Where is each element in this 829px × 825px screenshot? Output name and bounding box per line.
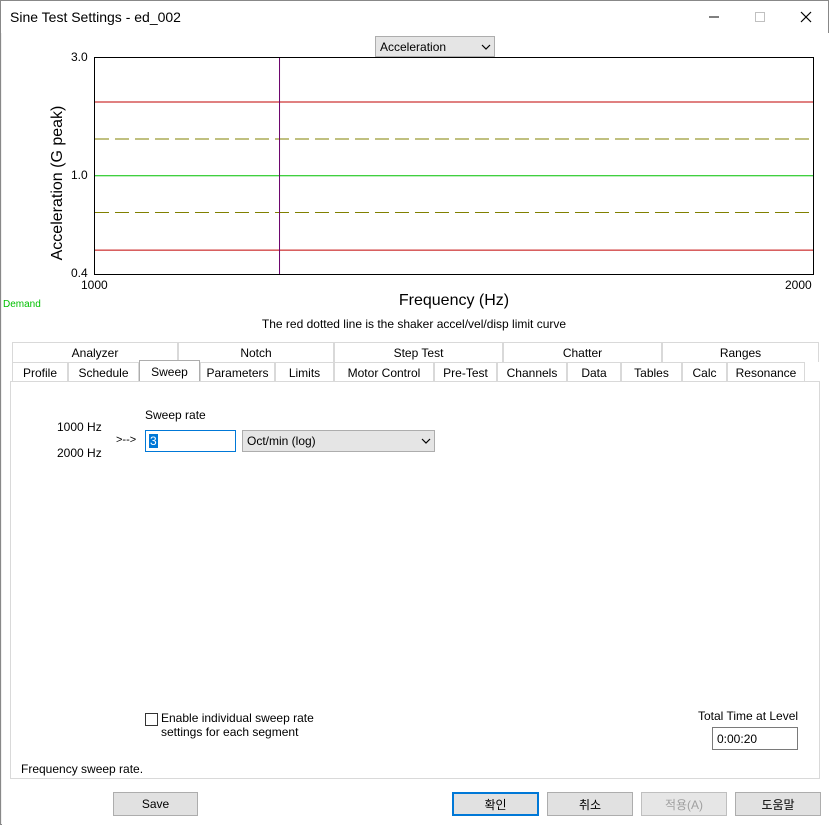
enable-individual-label: Enable individual sweep rate settings fo…	[161, 711, 314, 739]
start-frequency: 1000 Hz	[57, 420, 102, 434]
total-time-label: Total Time at Level	[698, 709, 799, 723]
minimize-button[interactable]	[691, 1, 737, 33]
save-button[interactable]: Save	[113, 792, 198, 816]
y-tick-label: 3.0	[71, 50, 88, 64]
total-time-field[interactable]: 0:00:20	[712, 727, 798, 750]
sweep-rate-unit-value: Oct/min (log)	[247, 434, 316, 448]
tab-channels[interactable]: Channels	[497, 362, 567, 382]
minimize-icon	[709, 16, 719, 18]
x-axis-label: Frequency (Hz)	[398, 292, 510, 309]
sweep-rate-unit-select[interactable]: Oct/min (log)	[242, 430, 435, 452]
tab-sweep[interactable]: Sweep	[139, 360, 200, 383]
tab-row-lower: Profile Schedule Sweep Parameters Limits…	[12, 360, 805, 383]
apply-button[interactable]: 적용(A)	[641, 792, 727, 816]
enable-individual-checkbox[interactable]	[145, 713, 158, 726]
ok-button[interactable]: 확인	[452, 792, 539, 816]
x-tick-label: 1000	[81, 278, 108, 292]
segment-arrow: >-->	[116, 434, 137, 446]
tab-calc[interactable]: Calc	[682, 362, 727, 382]
y-axis-label: Acceleration (G peak)	[49, 105, 66, 261]
dialog-window: Sine Test Settings - ed_002 Acceleration…	[0, 0, 829, 825]
tab-ranges[interactable]: Ranges	[662, 342, 819, 362]
maximize-icon	[755, 12, 765, 22]
chart-svg	[95, 58, 813, 274]
tab-notch[interactable]: Notch	[178, 342, 334, 362]
tab-pre-test[interactable]: Pre-Test	[434, 362, 497, 382]
window-title: Sine Test Settings - ed_002	[10, 9, 181, 25]
title-bar: Sine Test Settings - ed_002	[1, 1, 828, 33]
tab-step-test[interactable]: Step Test	[334, 342, 503, 362]
tab-chatter[interactable]: Chatter	[503, 342, 662, 362]
plot-area[interactable]	[94, 57, 814, 275]
help-text: Frequency sweep rate.	[21, 762, 144, 776]
sweep-rate-label: Sweep rate	[145, 408, 206, 422]
tab-row-upper: Analyzer Notch Step Test Chatter Ranges	[12, 342, 819, 362]
sweep-rate-value: 3	[149, 434, 158, 448]
tab-data[interactable]: Data	[567, 362, 621, 382]
total-time-value: 0:00:20	[717, 731, 758, 746]
plot-type-value: Acceleration	[380, 39, 447, 54]
demand-legend: Demand	[3, 299, 41, 310]
tab-resonance[interactable]: Resonance	[727, 362, 805, 382]
sweep-rate-input[interactable]: 3	[145, 430, 236, 452]
end-frequency: 2000 Hz	[57, 446, 102, 460]
chevron-down-icon	[418, 438, 434, 444]
maximize-button	[737, 1, 783, 33]
tab-schedule[interactable]: Schedule	[68, 362, 139, 382]
close-button[interactable]	[783, 1, 829, 33]
sweep-panel: 1000 Hz 2000 Hz >--> Sweep rate 3 Oct/mi…	[10, 381, 820, 779]
help-button[interactable]: 도움말	[735, 792, 821, 816]
tab-analyzer[interactable]: Analyzer	[12, 342, 178, 362]
x-tick-label: 2000	[785, 278, 812, 292]
tab-parameters[interactable]: Parameters	[200, 362, 275, 382]
y-tick-label: 1.0	[71, 167, 88, 182]
chart-caption: The red dotted line is the shaker accel/…	[261, 317, 567, 331]
tab-tables[interactable]: Tables	[621, 362, 682, 382]
plot-type-select[interactable]: Acceleration	[375, 36, 495, 57]
tab-motor-control[interactable]: Motor Control	[334, 362, 434, 382]
dialog-client: Acceleration Acceleration (G peak) 3.0 1…	[2, 33, 829, 825]
tab-profile[interactable]: Profile	[12, 362, 68, 382]
tab-limits[interactable]: Limits	[275, 362, 334, 382]
cancel-button[interactable]: 취소	[547, 792, 633, 816]
chevron-down-icon	[478, 44, 494, 50]
close-icon	[800, 11, 812, 23]
